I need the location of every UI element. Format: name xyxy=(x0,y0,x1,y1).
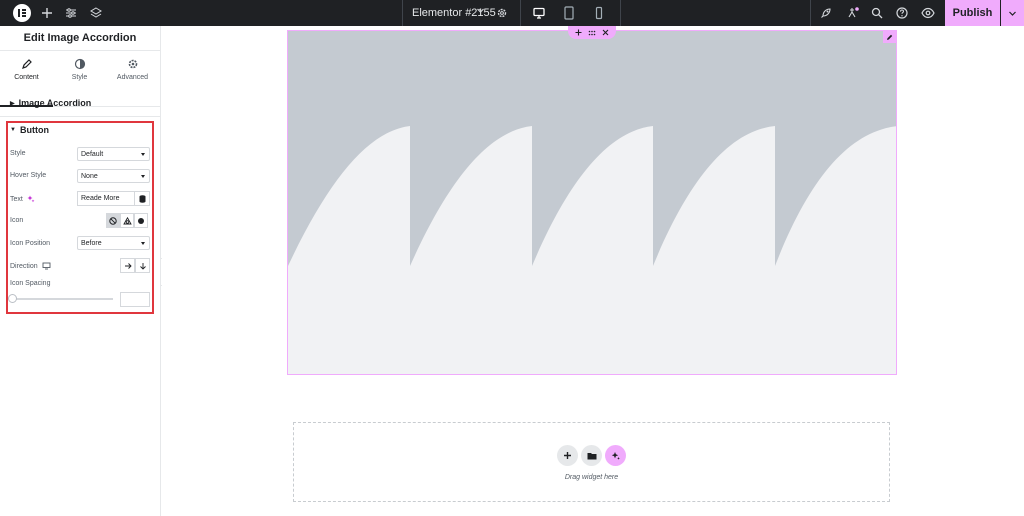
arrow-right-icon xyxy=(124,262,132,269)
chevron-down-icon xyxy=(1009,11,1016,16)
chevron-down-icon[interactable] xyxy=(476,6,485,17)
dropzone-hint: Drag widget here xyxy=(564,474,619,481)
layers-icon[interactable] xyxy=(88,5,104,21)
text-label: Text xyxy=(10,195,35,203)
style-select[interactable]: Default xyxy=(77,147,150,161)
gear-icon xyxy=(128,59,137,69)
tab-label: Advanced xyxy=(116,74,149,81)
section-image-accordion[interactable]: ▶ Image Accordion xyxy=(10,98,91,108)
divider xyxy=(810,0,811,26)
dropdown-arrow-icon xyxy=(141,153,145,156)
search-icon[interactable] xyxy=(869,5,885,21)
drag-handle-icon[interactable] xyxy=(588,30,596,36)
icon-spacing-label: Icon Spacing xyxy=(10,280,51,287)
publish-button[interactable]: Publish xyxy=(945,0,1000,26)
icon-label: Icon xyxy=(10,217,24,224)
gear-icon[interactable] xyxy=(494,5,510,21)
caret-right-icon: ▶ xyxy=(10,100,15,107)
eye-icon[interactable] xyxy=(920,5,936,21)
pencil-icon xyxy=(887,34,893,40)
mobile-icon[interactable] xyxy=(591,5,607,21)
direction-vertical-option[interactable] xyxy=(135,258,150,273)
plus-icon[interactable] xyxy=(575,29,582,36)
icon-none-option[interactable] xyxy=(106,213,120,228)
section-title: Image Accordion xyxy=(18,98,92,108)
hover-style-label: Hover Style xyxy=(10,172,47,179)
help-icon[interactable] xyxy=(894,5,910,21)
text-label-text: Text xyxy=(10,195,23,203)
rocket-icon[interactable] xyxy=(818,5,834,21)
style-select-value: Default xyxy=(81,150,104,158)
panel-title: Edit Image Accordion xyxy=(0,26,160,51)
pencil-icon xyxy=(21,59,32,69)
icon-position-select-value: Before xyxy=(81,239,102,247)
icon-library-option[interactable] xyxy=(120,213,134,228)
plus-icon[interactable] xyxy=(39,5,55,21)
desktop-icon[interactable] xyxy=(42,262,51,270)
tab-advanced[interactable]: Advanced xyxy=(106,51,159,107)
dropdown-arrow-icon xyxy=(141,242,145,245)
tablet-icon[interactable] xyxy=(561,5,577,21)
divider xyxy=(0,116,160,117)
icon-position-select[interactable]: Before xyxy=(77,236,150,250)
add-section-button[interactable] xyxy=(557,445,578,466)
style-label: Style xyxy=(10,150,26,157)
edit-widget-button[interactable] xyxy=(883,31,896,43)
icon-spacing-input[interactable] xyxy=(120,292,150,307)
caret-down-icon: ▼ xyxy=(10,127,16,133)
tab-label: Content xyxy=(14,74,39,81)
direction-label-text: Direction xyxy=(10,262,38,270)
button-text-input[interactable]: Reade More xyxy=(77,191,134,206)
folder-icon xyxy=(587,452,596,459)
icon-position-label: Icon Position xyxy=(10,240,51,247)
section-controls xyxy=(568,26,616,39)
close-icon[interactable] xyxy=(602,29,609,36)
shapes-icon xyxy=(122,216,132,224)
image-accordion-widget[interactable] xyxy=(287,30,897,375)
top-bar: Elementor #2155 Publish xyxy=(0,0,1024,26)
image-placeholder xyxy=(288,31,896,266)
desktop-icon[interactable] xyxy=(531,5,547,21)
ai-generate-button[interactable] xyxy=(605,445,626,466)
section-button[interactable]: ▼ Button xyxy=(10,125,49,135)
contrast-icon xyxy=(74,58,85,70)
plus-icon xyxy=(564,452,571,459)
circle-icon xyxy=(138,217,144,224)
section-title: Button xyxy=(19,125,49,135)
hover-style-select-value: None xyxy=(81,172,98,180)
add-template-button[interactable] xyxy=(581,445,602,466)
sliders-icon[interactable] xyxy=(63,5,79,21)
direction-horizontal-option[interactable] xyxy=(120,258,135,273)
dynamic-tags-button[interactable] xyxy=(134,191,150,206)
dropdown-arrow-icon xyxy=(141,175,145,178)
tab-label: Style xyxy=(71,74,88,81)
ban-icon xyxy=(109,216,117,225)
direction-label: Direction xyxy=(10,262,51,270)
button-text-value: Reade More xyxy=(81,195,120,202)
sparkle-icon[interactable] xyxy=(845,5,861,21)
elementor-logo-icon[interactable] xyxy=(13,4,31,22)
divider xyxy=(520,0,521,26)
divider xyxy=(620,0,621,26)
arrow-down-icon xyxy=(139,262,146,270)
hover-style-select[interactable]: None xyxy=(77,169,150,183)
icon-custom-option[interactable] xyxy=(134,213,148,228)
icon-spacing-slider[interactable] xyxy=(12,298,113,300)
divider xyxy=(402,0,403,26)
sparkle-icon xyxy=(611,451,620,460)
database-icon xyxy=(139,194,145,203)
icon-spacing-slider-handle[interactable] xyxy=(8,294,17,303)
publish-options-button[interactable] xyxy=(1001,0,1024,26)
ai-sparkle-icon[interactable] xyxy=(27,195,35,203)
